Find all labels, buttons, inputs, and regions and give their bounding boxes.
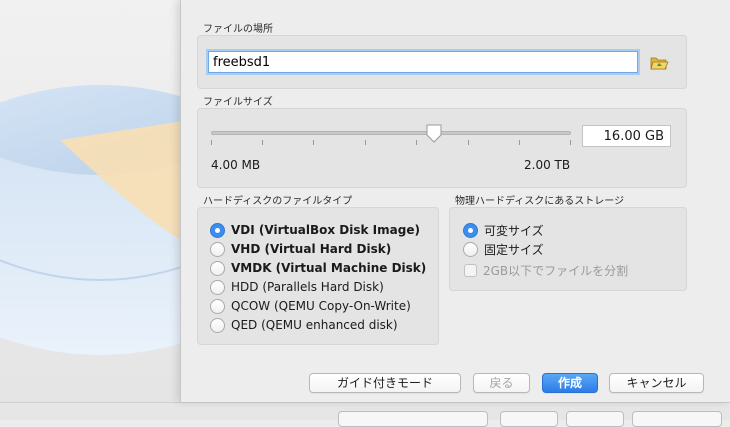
- background-guided-button: [338, 411, 488, 427]
- storage-title: 物理ハードディスクにあるストレージ: [455, 196, 625, 207]
- storage-option-label: 可変サイズ: [484, 223, 544, 238]
- background-cancel-button: [632, 411, 722, 427]
- radio-selected[interactable]: [210, 222, 225, 238]
- disk-type-label: VHD (Virtual Hard Disk): [231, 242, 392, 256]
- disk-type-option-hdd[interactable]: HDD (Parallels Hard Disk): [210, 278, 384, 296]
- disk-type-option-qcow[interactable]: QCOW (QEMU Copy-On-Write): [210, 297, 411, 315]
- back-button[interactable]: 戻る: [473, 373, 530, 393]
- disk-type-option-qed[interactable]: QED (QEMU enhanced disk): [210, 316, 398, 334]
- storage-option-dynamic[interactable]: 可変サイズ: [463, 221, 544, 239]
- create-virtual-disk-sheet: ファイルの場所 ファイルサイズ 16.00 GB 4.00 MB 2.00 TB…: [180, 0, 730, 402]
- folder-open-icon[interactable]: [649, 53, 669, 73]
- disk-type-label: VDI (VirtualBox Disk Image): [231, 223, 420, 237]
- disk-type-option-vhd[interactable]: VHD (Virtual Hard Disk): [210, 240, 391, 258]
- size-slider-track[interactable]: [211, 131, 571, 135]
- radio-unselected[interactable]: [210, 298, 225, 314]
- file-size-title: ファイルサイズ: [203, 97, 273, 108]
- size-max-label: 2.00 TB: [524, 158, 571, 172]
- disk-type-option-vdi[interactable]: VDI (VirtualBox Disk Image): [210, 221, 420, 239]
- create-button[interactable]: 作成: [542, 373, 598, 393]
- background-back-button: [500, 411, 558, 427]
- disk-size-field[interactable]: 16.00 GB: [582, 125, 671, 147]
- radio-unselected[interactable]: [210, 279, 225, 295]
- split-files-checkbox: [464, 263, 477, 277]
- hard-disk-illustration: [0, 0, 200, 420]
- radio-selected[interactable]: [463, 222, 478, 238]
- disk-name-input[interactable]: [208, 51, 638, 73]
- disk-type-title: ハードディスクのファイルタイプ: [203, 196, 353, 207]
- storage-option-label: 固定サイズ: [484, 242, 544, 257]
- storage-option-fixed[interactable]: 固定サイズ: [463, 240, 544, 258]
- disk-type-label: QED (QEMU enhanced disk): [231, 318, 398, 332]
- disk-type-label: VMDK (Virtual Machine Disk): [231, 261, 427, 275]
- guided-mode-button[interactable]: ガイド付きモード: [309, 373, 461, 393]
- radio-unselected[interactable]: [210, 241, 225, 257]
- radio-unselected[interactable]: [463, 241, 478, 257]
- cancel-button[interactable]: キャンセル: [609, 373, 704, 393]
- background-create-button: [566, 411, 624, 427]
- size-min-label: 4.00 MB: [211, 158, 261, 172]
- radio-unselected[interactable]: [210, 317, 225, 333]
- disk-type-label: HDD (Parallels Hard Disk): [231, 280, 384, 294]
- split-files-checkbox-row: 2GB以下でファイルを分割: [464, 261, 628, 279]
- disk-type-label: QCOW (QEMU Copy-On-Write): [231, 299, 411, 313]
- file-size-group: [197, 108, 687, 188]
- size-slider-ticks: [211, 140, 571, 146]
- size-slider-thumb[interactable]: [425, 124, 443, 144]
- file-location-title: ファイルの場所: [203, 24, 273, 35]
- radio-unselected[interactable]: [210, 260, 225, 276]
- split-files-label: 2GB以下でファイルを分割: [483, 263, 629, 278]
- disk-type-option-vmdk[interactable]: VMDK (Virtual Machine Disk): [210, 259, 426, 277]
